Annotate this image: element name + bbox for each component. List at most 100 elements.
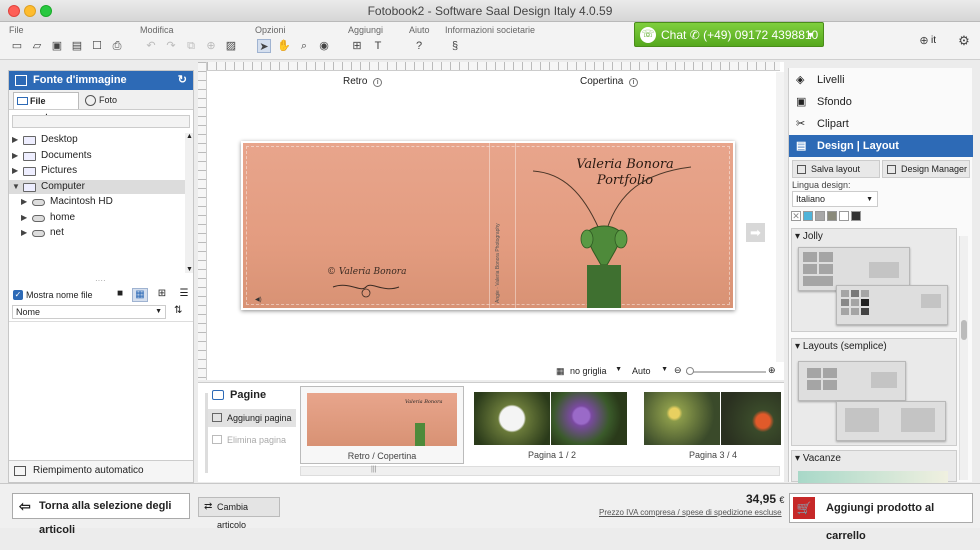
preview-eye-icon[interactable]: ◉ <box>317 39 331 53</box>
vacanze-template-preview[interactable] <box>798 471 948 483</box>
minimize-window-button[interactable] <box>24 5 36 17</box>
menu-group-aiuto[interactable]: Aiuto <box>409 25 430 35</box>
change-item-button[interactable]: ⇄ Cambia articolo <box>198 497 280 530</box>
tree-item[interactable]: ▶ Documents <box>9 149 193 163</box>
add-text-icon[interactable]: T <box>371 39 385 53</box>
save-as-icon[interactable]: ▤ <box>70 39 84 53</box>
menu-sfondo[interactable]: ▣ Sfondo <box>789 91 973 113</box>
section-jolly-header[interactable]: ▾ Jolly <box>795 231 823 242</box>
show-filename-checkbox[interactable]: ✓ <box>13 290 23 300</box>
open-folder-icon[interactable]: ▱ <box>30 39 44 53</box>
menu-livelli[interactable]: ◈ Livelli <box>789 69 973 91</box>
zoom-dropdown[interactable]: Auto ▼ <box>632 366 668 376</box>
layout-template[interactable] <box>836 401 946 441</box>
save-layout-button[interactable]: Salva layout <box>792 160 880 178</box>
delete-page-button[interactable]: Elimina pagina <box>208 431 296 449</box>
save-icon[interactable]: ▣ <box>50 39 64 53</box>
info-icon[interactable]: i <box>629 78 639 87</box>
zoom-in-icon[interactable]: ⊕ <box>768 365 776 376</box>
menu-group-modifica[interactable]: Modifica <box>140 25 174 35</box>
collapsed-arrow-icon[interactable]: ▶ <box>12 133 18 147</box>
tree-item[interactable]: ▶ net <box>9 226 193 240</box>
menu-group-file[interactable]: File <box>9 25 24 35</box>
collapsed-arrow-icon[interactable]: ▶ <box>21 211 27 225</box>
design-manager-button[interactable]: Design Manager <box>882 160 970 178</box>
tree-item[interactable]: ▶ Desktop <box>9 133 193 147</box>
hand-tool-icon[interactable]: ✋ <box>277 39 291 53</box>
tree-item[interactable]: ▶ Pictures <box>9 164 193 178</box>
zoom-tool-icon[interactable]: ⌕ <box>297 39 311 53</box>
zoom-slider-handle[interactable] <box>686 367 694 375</box>
collapsed-arrow-icon[interactable]: ▶ <box>21 195 27 209</box>
pages-scrollbar[interactable] <box>205 393 208 473</box>
grid-dropdown[interactable]: no griglia ▼ <box>570 366 622 376</box>
thumbnail-page-3-4[interactable]: Pagina 3 / 4 <box>640 386 786 464</box>
collapsed-arrow-icon[interactable]: ▶ <box>12 149 18 163</box>
add-to-cart-button[interactable]: 🛒 Aggiungi prodotto al carrello <box>789 493 973 542</box>
menu-clipart[interactable]: ✂ Clipart <box>789 113 973 135</box>
scroll-thumb[interactable] <box>961 320 967 340</box>
paste-icon[interactable]: ⊕ <box>204 39 218 53</box>
next-page-arrow-icon[interactable]: ➡ <box>746 223 765 242</box>
tree-item[interactable]: ▼ Computer <box>9 179 193 194</box>
color-swatch-taupe[interactable] <box>827 211 837 221</box>
view-medium-icon[interactable]: ▦ <box>132 288 148 302</box>
scroll-grip[interactable]: ||| <box>371 466 376 473</box>
menu-group-opzioni[interactable]: Opzioni <box>255 25 286 35</box>
collapsed-arrow-icon[interactable]: ▶ <box>12 164 18 178</box>
mantis-photo[interactable] <box>523 143 723 310</box>
zoom-out-icon[interactable]: ⊖ <box>674 365 682 376</box>
pages-h-scrollbar[interactable]: ||| <box>300 466 780 476</box>
splitter-grip[interactable]: ···· <box>95 276 106 285</box>
back-signature[interactable]: © Valeria Bonora <box>327 267 406 277</box>
expanded-arrow-icon[interactable]: ▼ <box>12 180 20 194</box>
refresh-icon[interactable]: ↻ <box>178 71 187 90</box>
pointer-tool-icon[interactable]: ➤ <box>257 39 271 53</box>
collapsed-arrow-icon[interactable]: ▶ <box>21 226 27 240</box>
info-icon[interactable]: i <box>373 78 383 87</box>
globe-icon[interactable]: ⊕ <box>917 34 931 48</box>
color-swatch-white[interactable] <box>839 211 849 221</box>
language-code[interactable]: it <box>931 35 936 46</box>
tree-item[interactable]: ▶ Macintosh HD <box>9 195 193 209</box>
menu-group-aggiungi[interactable]: Aggiungi <box>348 25 383 35</box>
help-icon[interactable]: ? <box>412 39 426 53</box>
add-page-button[interactable]: Aggiungi pagina <box>208 409 296 427</box>
view-large-icon[interactable]: ■ <box>112 288 128 302</box>
view-small-icon[interactable]: ⊞ <box>154 288 170 302</box>
layout-template[interactable] <box>798 361 906 401</box>
tree-item[interactable]: ▶ home <box>9 211 193 225</box>
export-icon[interactable]: ☐ <box>90 39 104 53</box>
crop-icon[interactable]: ▨ <box>224 39 238 53</box>
legal-icon[interactable]: § <box>448 39 462 53</box>
new-file-icon[interactable]: ▭ <box>10 39 24 53</box>
copy-icon[interactable]: ⧉ <box>184 39 198 53</box>
section-layouts-header[interactable]: ▾ Layouts (semplice) <box>795 341 887 352</box>
chat-button[interactable]: ☏ Chat ✆ (+49) 09172 4398810 ▼ <box>634 22 824 47</box>
design-language-dropdown[interactable]: Italiano ▼ <box>792 191 878 207</box>
zoom-slider[interactable] <box>686 367 766 375</box>
spine-text[interactable]: Angie · Valeria Bonora Photography <box>495 183 507 303</box>
color-swatch-blue[interactable] <box>803 211 813 221</box>
color-swatch-black[interactable] <box>851 211 861 221</box>
layouts-scrollbar[interactable] <box>959 236 968 480</box>
scroll-down-icon[interactable]: ▼ <box>186 266 193 273</box>
thumbnail-page-1-2[interactable]: Pagina 1 / 2 <box>470 386 634 464</box>
close-window-button[interactable] <box>8 5 20 17</box>
view-list-icon[interactable]: ☰ <box>176 288 192 302</box>
zoom-window-button[interactable] <box>40 5 52 17</box>
redo-icon[interactable]: ↷ <box>164 39 178 53</box>
sort-dropdown[interactable]: Nome ▼ <box>12 305 166 319</box>
menu-design-layout[interactable]: ▤ Design | Layout <box>789 135 973 157</box>
tab-foto[interactable]: Foto <box>83 92 127 109</box>
settings-gear-icon[interactable]: ⚙ <box>957 34 971 48</box>
menu-group-info[interactable]: Informazioni societarie <box>445 25 535 35</box>
tab-file-system[interactable]: File system <box>13 92 79 122</box>
cover-spread[interactable]: Angie · Valeria Bonora Photography © Val… <box>241 141 735 310</box>
add-image-icon[interactable]: ⊞ <box>350 39 364 53</box>
print-icon[interactable]: ⎙ <box>110 39 124 53</box>
sort-order-icon[interactable]: ⇅ <box>174 305 182 316</box>
price-note-link[interactable]: Prezzo IVA compresa / spese di spedizion… <box>599 508 782 517</box>
no-color-swatch[interactable]: ✕ <box>791 211 801 221</box>
color-swatch-grey[interactable] <box>815 211 825 221</box>
